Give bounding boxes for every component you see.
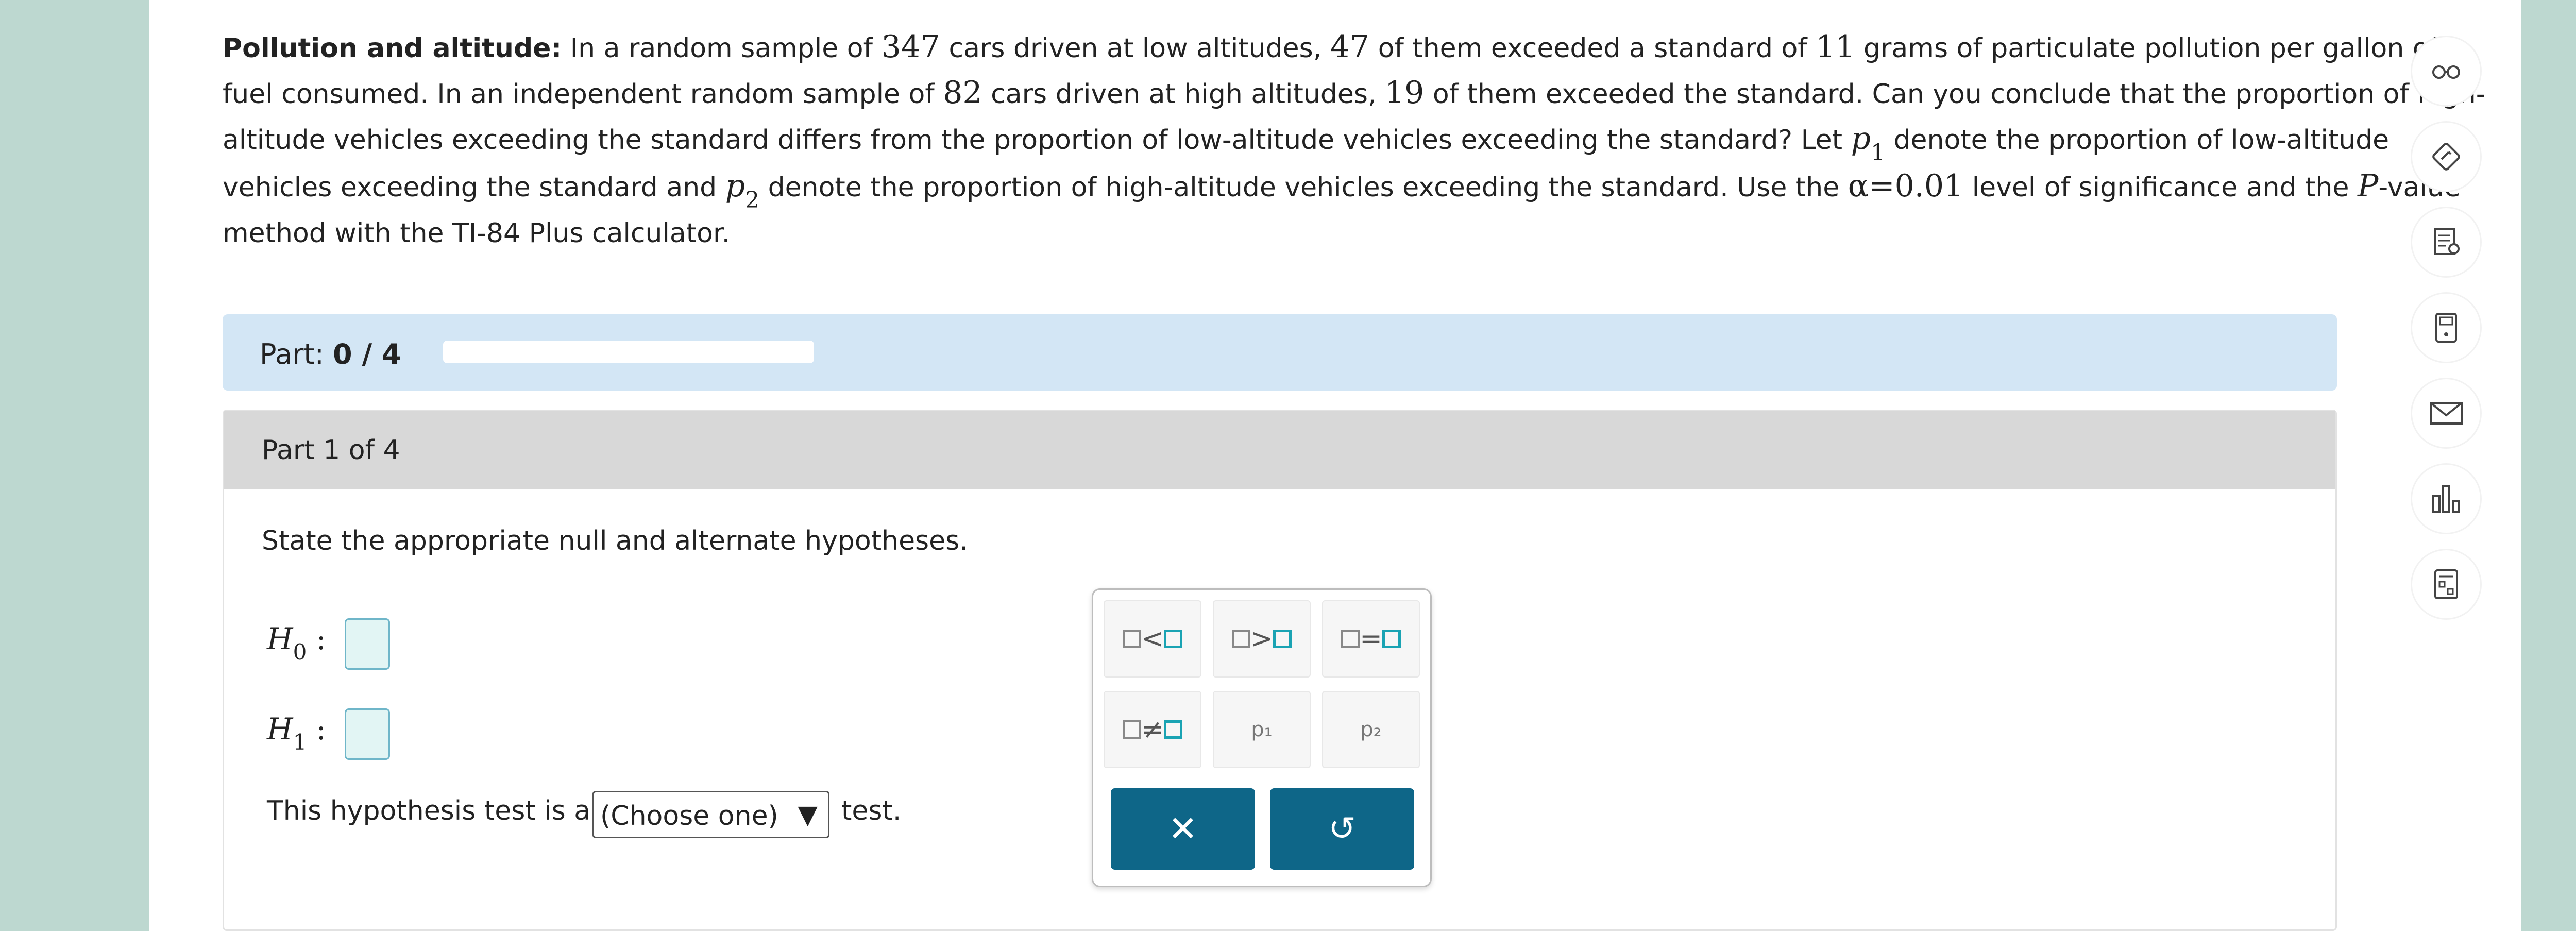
undo-button[interactable]: ↺ [1270, 788, 1414, 870]
test-type-select[interactable]: (Choose one) ▼ [592, 791, 829, 838]
dropdown-arrow-icon: ▼ [798, 800, 818, 830]
part-header: Part 1 of 4 [224, 411, 2335, 489]
h1-label: H1: [267, 712, 326, 755]
calculator-sheet-icon[interactable] [2412, 550, 2480, 618]
p1-symbol: p1 [1851, 121, 1885, 166]
progress-track [443, 341, 814, 363]
grams-standard: 11 [1816, 29, 1855, 65]
p-value-symbol: P [2358, 168, 2379, 204]
sample-size-high: 82 [943, 75, 982, 111]
h1-input[interactable] [345, 708, 390, 760]
glasses-icon[interactable] [2412, 37, 2480, 105]
pencil-diamond-icon[interactable] [2412, 123, 2480, 191]
equals-key[interactable]: = [1322, 600, 1420, 678]
problem-text: In a random sample of [570, 33, 873, 64]
problem-text: level of significance and the [1972, 172, 2349, 203]
bar-chart-icon[interactable] [2412, 465, 2480, 533]
count-low: 47 [1330, 29, 1370, 65]
h0-label: H0: [267, 621, 326, 665]
close-icon: ✕ [1168, 808, 1198, 850]
problem-text: of them exceeded a standard of [1378, 33, 1807, 64]
alpha-level: α=0.01 [1848, 168, 1964, 204]
calculator-icon[interactable] [2412, 294, 2480, 362]
problem-title: Pollution and altitude: [223, 33, 562, 64]
p1-key[interactable]: p₁ [1213, 691, 1311, 768]
problem-text: cars driven at low altitudes, [948, 33, 1322, 64]
instruction-text: State the appropriate null and alternate… [262, 526, 968, 556]
part-progress-bar: Part: 0 / 4 [223, 314, 2337, 391]
undo-icon: ↺ [1328, 810, 1356, 848]
not-equal-key[interactable]: ≠ [1104, 691, 1201, 768]
p2-key[interactable]: p₂ [1322, 691, 1420, 768]
clear-button[interactable]: ✕ [1111, 788, 1255, 870]
greater-than-key[interactable]: > [1213, 600, 1311, 678]
count-high: 19 [1384, 75, 1425, 111]
part-title: Part 1 of 4 [262, 435, 400, 466]
problem-statement: Pollution and altitude: In a random samp… [223, 25, 2489, 256]
math-palette: < > = ≠ p₁ p₂ ✕ ↺ [1092, 588, 1432, 887]
problem-text: denote the proportion of high-altitude v… [768, 172, 1840, 203]
p2-symbol: p2 [725, 168, 760, 213]
problem-text: cars driven at high altitudes, [991, 79, 1377, 110]
less-than-key[interactable]: < [1104, 600, 1201, 678]
mail-icon[interactable] [2412, 379, 2480, 447]
main-page: Pollution and altitude: In a random samp… [149, 0, 2521, 931]
test-type-prefix: This hypothesis test is a [267, 795, 591, 826]
part-progress-label: Part: 0 / 4 [260, 338, 401, 370]
sample-size-low: 347 [881, 29, 940, 65]
h0-input[interactable] [345, 618, 390, 670]
select-value: (Choose one) [600, 801, 778, 832]
notes-bulb-icon[interactable] [2412, 208, 2480, 276]
test-type-suffix: test. [841, 795, 902, 826]
part-progress-value: 0 / 4 [332, 338, 401, 370]
